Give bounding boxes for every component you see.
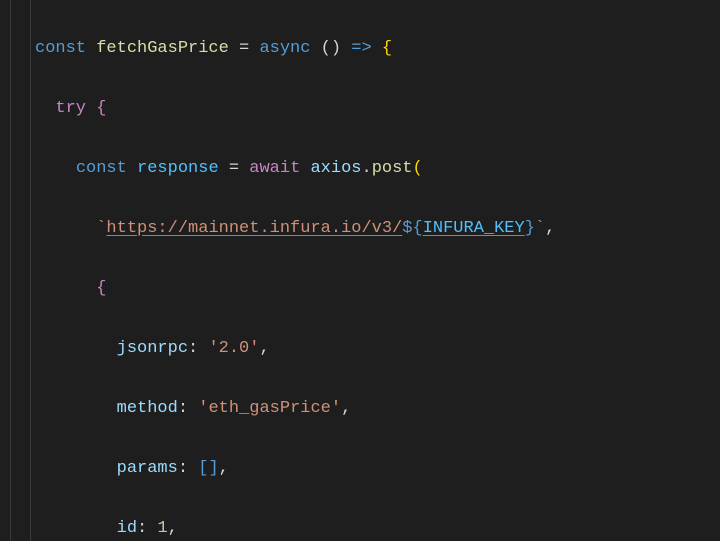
backtick: ` — [535, 219, 545, 238]
string-value: '2.0' — [208, 339, 259, 358]
brace-open: { — [86, 99, 106, 118]
code-line: const fetchGasPrice = async () => { — [35, 34, 720, 64]
colon: : — [137, 519, 157, 538]
prop-params: params — [117, 459, 178, 478]
code-line: method: 'eth_gasPrice', — [35, 394, 720, 424]
comma: , — [545, 219, 555, 238]
keyword-const: const — [35, 39, 86, 58]
bracket-open: [ — [198, 459, 208, 478]
dot: . — [362, 159, 372, 178]
code-line: { — [35, 274, 720, 304]
code-line: jsonrpc: '2.0', — [35, 334, 720, 364]
template-close: } — [525, 219, 535, 238]
code-line: try { — [35, 94, 720, 124]
comma: , — [219, 459, 229, 478]
keyword-const: const — [76, 159, 127, 178]
arrow: => — [351, 39, 371, 58]
code-line: params: [], — [35, 454, 720, 484]
var-response: response — [137, 159, 219, 178]
template-open: ${ — [402, 219, 422, 238]
code-editor[interactable]: const fetchGasPrice = async () => { try … — [0, 0, 720, 541]
code-line: `https://mainnet.infura.io/v3/${INFURA_K… — [35, 214, 720, 244]
const-infura-key: INFURA_KEY — [423, 219, 525, 238]
brace-open: { — [96, 279, 106, 298]
code-line: const response = await axios.post( — [35, 154, 720, 184]
keyword-async: async — [259, 39, 310, 58]
operator: = — [229, 39, 260, 58]
colon: : — [188, 339, 208, 358]
indent-guides — [0, 0, 35, 541]
operator: = — [219, 159, 250, 178]
parens: () — [310, 39, 351, 58]
string-value: 'eth_gasPrice' — [198, 399, 341, 418]
prop-jsonrpc: jsonrpc — [117, 339, 188, 358]
keyword-await: await — [249, 159, 300, 178]
prop-method: method — [117, 399, 178, 418]
comma: , — [168, 519, 178, 538]
keyword-try: try — [55, 99, 86, 118]
code-line: id: 1, — [35, 514, 720, 541]
method-post: post — [372, 159, 413, 178]
prop-id: id — [117, 519, 137, 538]
comma: , — [341, 399, 351, 418]
bracket-close: ] — [208, 459, 218, 478]
number-value: 1 — [157, 519, 167, 538]
function-name: fetchGasPrice — [96, 39, 229, 58]
code-area[interactable]: const fetchGasPrice = async () => { try … — [35, 0, 720, 541]
comma: , — [259, 339, 269, 358]
colon: : — [178, 399, 198, 418]
url-string: https://mainnet.infura.io/v3/ — [106, 219, 402, 238]
var-axios: axios — [310, 159, 361, 178]
backtick: ` — [96, 219, 106, 238]
paren-open: ( — [413, 159, 423, 178]
colon: : — [178, 459, 198, 478]
brace-open: { — [372, 39, 392, 58]
